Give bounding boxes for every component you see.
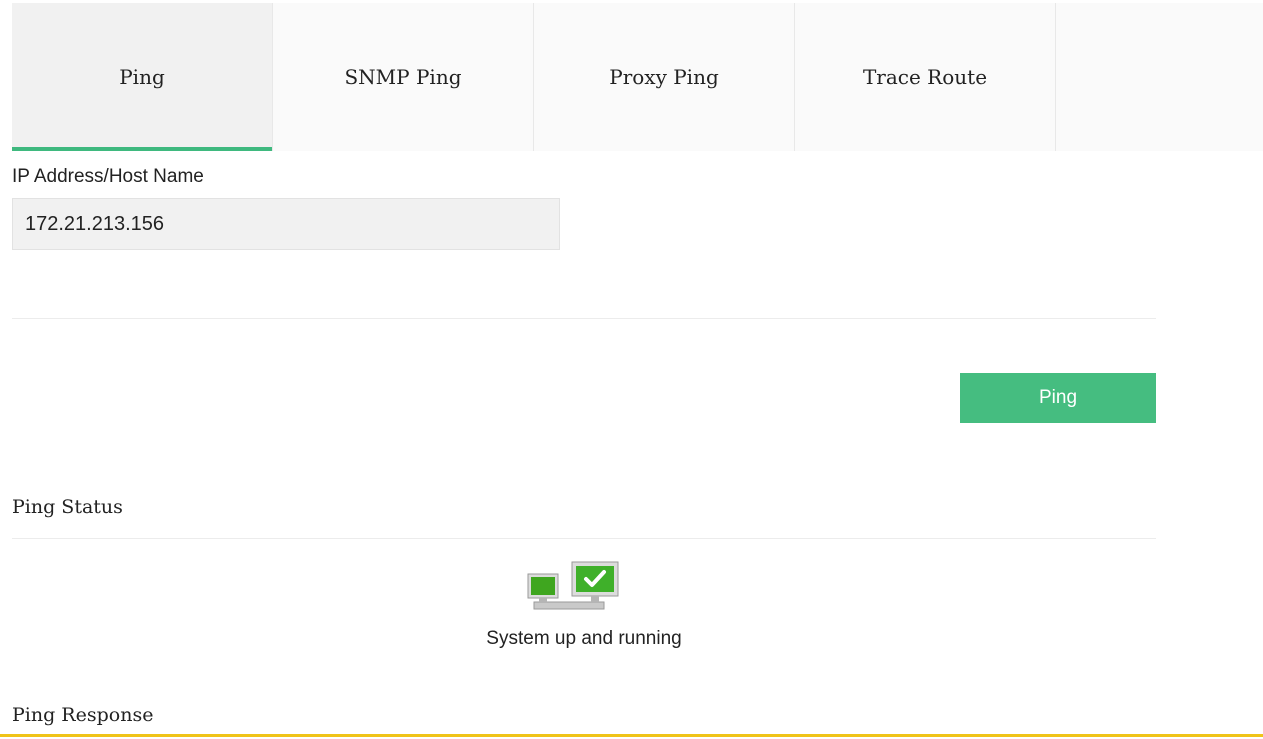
status-message: System up and running bbox=[486, 628, 682, 649]
tab-trace-route[interactable]: Trace Route bbox=[795, 3, 1056, 151]
tab-label: Ping bbox=[119, 65, 165, 89]
ping-button[interactable]: Ping bbox=[960, 373, 1156, 423]
tab-proxy-ping[interactable]: Proxy Ping bbox=[534, 3, 795, 151]
ip-address-label: IP Address/Host Name bbox=[12, 166, 204, 187]
status-divider bbox=[12, 538, 1156, 539]
ping-status-heading: Ping Status bbox=[12, 496, 123, 518]
bottom-border bbox=[0, 734, 1263, 737]
tab-label: SNMP Ping bbox=[344, 65, 462, 89]
form-divider bbox=[12, 318, 1156, 319]
tab-bar-filler bbox=[1056, 3, 1263, 151]
tab-label: Trace Route bbox=[862, 65, 988, 89]
tab-label: Proxy Ping bbox=[609, 65, 719, 89]
tab-bar: Ping SNMP Ping Proxy Ping Trace Route bbox=[12, 3, 1263, 151]
tab-ping[interactable]: Ping bbox=[12, 3, 273, 151]
tab-snmp-ping[interactable]: SNMP Ping bbox=[273, 3, 534, 151]
ip-address-input[interactable] bbox=[12, 198, 560, 250]
ping-response-heading: Ping Response bbox=[12, 704, 154, 726]
network-up-icon bbox=[527, 561, 619, 610]
ping-tool-page: Ping SNMP Ping Proxy Ping Trace Route IP… bbox=[0, 0, 1263, 739]
